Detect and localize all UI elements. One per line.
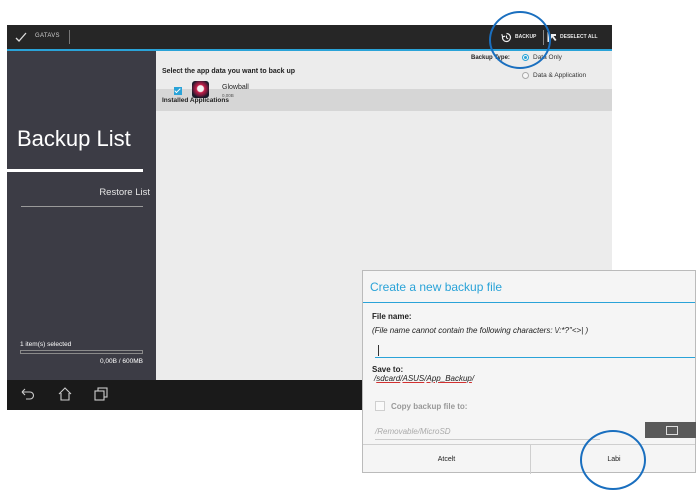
file-name-input[interactable] — [375, 341, 695, 358]
copy-backup-label: Copy backup file to: — [391, 401, 468, 411]
deselect-all-button[interactable]: DESELECT ALL — [547, 29, 598, 45]
dialog-title-divider — [363, 302, 695, 303]
sidebar: Backup List Restore List 1 item(s) selec… — [7, 51, 156, 380]
select-instruction: Select the app data you want to back up — [162, 68, 296, 75]
glowball-app-icon — [192, 81, 209, 98]
action-bar-title[interactable]: GATAVS — [35, 33, 60, 39]
sidebar-title-backup-list[interactable]: Backup List — [17, 126, 131, 152]
radio-data-and-application[interactable]: Data & Application — [522, 72, 586, 79]
deselect-all-label: DESELECT ALL — [560, 34, 598, 40]
sidebar-divider — [21, 206, 143, 207]
create-backup-dialog: Create a new backup file File name: (Fil… — [362, 270, 696, 474]
checkbox-box — [375, 401, 385, 411]
copy-backup-checkbox[interactable]: Copy backup file to: — [375, 401, 467, 411]
storage-progress-bar — [20, 350, 143, 354]
save-to-label: Save to: — [372, 365, 404, 374]
sidebar-active-underline — [7, 169, 143, 172]
folder-icon — [666, 426, 678, 435]
cancel-button[interactable]: Atcelt — [363, 445, 531, 474]
action-bar-divider — [69, 30, 70, 44]
back-icon[interactable] — [19, 386, 35, 402]
copy-path: /Removable/MicroSD — [375, 427, 451, 436]
sidebar-item-restore-list[interactable]: Restore List — [99, 187, 150, 198]
text-cursor — [378, 345, 379, 356]
file-name-note: (File name cannot contain the following … — [372, 326, 589, 335]
file-name-label: File name: — [372, 312, 412, 321]
app-size: 0,00B — [222, 93, 234, 98]
app-checkbox-glowball[interactable] — [174, 87, 182, 95]
callout-circle-backup — [489, 11, 551, 69]
radio-data-and-application-label: Data & Application — [533, 72, 587, 79]
check-icon[interactable] — [14, 30, 28, 44]
storage-usage: 0,00B / 600MB — [100, 358, 143, 365]
dialog-title: Create a new backup file — [370, 280, 503, 294]
radio-unselected-icon — [522, 72, 529, 79]
callout-circle-ok — [580, 430, 646, 490]
recent-apps-icon[interactable] — [93, 386, 109, 402]
copy-path-underline — [375, 439, 600, 440]
app-name: Glowball — [222, 84, 249, 91]
selected-count: 1 item(s) selected — [20, 341, 72, 348]
home-icon[interactable] — [57, 386, 73, 402]
browse-folder-button[interactable] — [645, 422, 696, 438]
save-path: /sdcard/ASUS/App_Backup/ — [374, 374, 475, 383]
